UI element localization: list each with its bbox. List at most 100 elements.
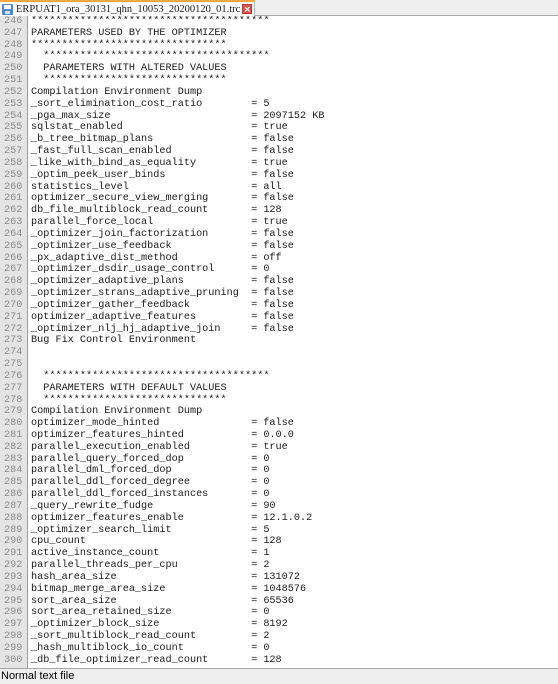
file-tab[interactable]: ERPUAT1_ora_30131_qhn_10053_20200120_01.… <box>0 0 256 16</box>
editor-line[interactable]: 255 sqlstat_enabled = true <box>0 122 558 134</box>
editor-line[interactable]: 254 _pga_max_size = 2097152 KB <box>0 111 558 123</box>
editor-line[interactable]: 287 _query_rewrite_fudge = 90 <box>0 501 558 513</box>
line-number: 290 <box>4 536 23 548</box>
editor-line[interactable]: 261 optimizer_secure_view_merging = false <box>0 193 558 205</box>
line-text: parallel_execution_enabled = true <box>31 441 288 453</box>
line-number: 249 <box>4 51 23 63</box>
editor-lines: 246 *************************************… <box>0 16 558 667</box>
line-number: 267 <box>4 264 23 276</box>
line-text: parallel_dml_forced_dop = 0 <box>31 465 270 477</box>
editor-line[interactable]: 246 *************************************… <box>0 16 558 28</box>
editor-line[interactable]: 290 cpu_count = 128 <box>0 536 558 548</box>
editor-line[interactable]: 264 _optimizer_join_factorization = false <box>0 229 558 241</box>
line-number: 266 <box>4 252 23 264</box>
editor-line[interactable]: 289 _optimizer_search_limit = 5 <box>0 525 558 537</box>
tab-bar: ERPUAT1_ora_30131_qhn_10053_20200120_01.… <box>0 0 558 16</box>
line-number: 259 <box>4 169 23 181</box>
editor-line[interactable]: 251 ****************************** <box>0 75 558 87</box>
editor-line[interactable]: 298 _sort_multiblock_read_count = 2 <box>0 631 558 643</box>
editor-line[interactable]: 271 optimizer_adaptive_features = false <box>0 312 558 324</box>
editor-line[interactable]: 295 sort_area_size = 65536 <box>0 596 558 608</box>
editor-line[interactable]: 267 _optimizer_dsdir_usage_control = 0 <box>0 264 558 276</box>
editor-line[interactable]: 279 Compilation Environment Dump <box>0 406 558 418</box>
line-number: 269 <box>4 288 23 300</box>
editor-line[interactable]: 274 <box>0 347 558 359</box>
line-number: 252 <box>4 86 23 98</box>
line-text <box>28 347 31 359</box>
editor-line[interactable]: 272 _optimizer_nlj_hj_adaptive_join = fal… <box>0 324 558 336</box>
line-number: 265 <box>4 240 23 252</box>
editor-line[interactable]: 288 optimizer_features_enable = 12.1.0.2 <box>0 513 558 525</box>
line-number: 288 <box>4 512 23 524</box>
editor-line[interactable]: 291 active_instance_count = 1 <box>0 548 558 560</box>
line-number: 291 <box>4 548 23 560</box>
editor-line[interactable]: 265 _optimizer_use_feedback = false <box>0 241 558 253</box>
editor-line[interactable]: 249 ************************************… <box>0 51 558 63</box>
editor-line[interactable]: 276 ************************************… <box>0 371 558 383</box>
text-editor[interactable]: 246 *************************************… <box>0 16 558 668</box>
line-number: 275 <box>4 359 23 371</box>
editor-line[interactable]: 275 <box>0 359 558 371</box>
editor-line[interactable]: 299 _hash_multiblock_io_count = 0 <box>0 643 558 655</box>
line-text: cpu_count = 128 <box>31 536 282 548</box>
editor-line[interactable]: 253 _sort_elimination_cost_ratio = 5 <box>0 99 558 111</box>
editor-line[interactable]: 247 PARAMETERS USED BY THE OPTIMIZER <box>0 28 558 40</box>
editor-line[interactable]: 259 _optim_peek_user_binds = false <box>0 170 558 182</box>
editor-line[interactable]: 300 _db_file_optimizer_read_count = 128 <box>0 655 558 667</box>
editor-line[interactable]: 269 _optimizer_strans_adaptive_pruning = … <box>0 288 558 300</box>
line-number: 300 <box>4 654 23 666</box>
line-text: bitmap_merge_area_size = 1048576 <box>31 583 307 595</box>
editor-line[interactable]: 252 Compilation Environment Dump <box>0 87 558 99</box>
editor-line[interactable]: 278 ****************************** <box>0 395 558 407</box>
line-text: optimizer_adaptive_features = false <box>31 311 294 323</box>
line-text: ****************************** <box>31 394 227 406</box>
line-number: 283 <box>4 453 23 465</box>
editor-line[interactable]: 286 parallel_ddl_forced_instances = 0 <box>0 489 558 501</box>
line-text: _optimizer_block_size = 8192 <box>31 619 288 631</box>
editor-line[interactable]: 296 sort_area_retained_size = 0 <box>0 607 558 619</box>
editor-line[interactable]: 260 statistics_level = all <box>0 182 558 194</box>
line-number: 257 <box>4 146 23 158</box>
editor-line[interactable]: 262 db_file_multiblock_read_count = 128 <box>0 205 558 217</box>
line-number: 284 <box>4 465 23 477</box>
line-number: 282 <box>4 441 23 453</box>
editor-line[interactable]: 263 parallel_force_local = true <box>0 217 558 229</box>
editor-line[interactable]: 273 Bug Fix Control Environment <box>0 335 558 347</box>
editor-line[interactable]: 284 parallel_dml_forced_dop = 0 <box>0 465 558 477</box>
line-text: _fast_full_scan_enabled = false <box>31 146 294 158</box>
editor-line[interactable]: 256 _b_tree_bitmap_plans = false <box>0 134 558 146</box>
editor-line[interactable]: 294 bitmap_merge_area_size = 1048576 <box>0 584 558 596</box>
editor-line[interactable]: 248 ******************************** <box>0 40 558 52</box>
line-number: 272 <box>4 323 23 335</box>
editor-line[interactable]: 283 parallel_query_forced_dop = 0 <box>0 454 558 466</box>
line-number: 297 <box>4 619 23 631</box>
line-text: _optimizer_adaptive_plans = false <box>31 276 294 288</box>
close-icon[interactable]: × <box>242 4 253 15</box>
editor-line[interactable]: 266 _px_adaptive_dist_method = off <box>0 253 558 265</box>
editor-line[interactable]: 293 hash_area_size = 131072 <box>0 572 558 584</box>
line-number: 247 <box>4 27 23 39</box>
line-number: 298 <box>4 631 23 643</box>
line-number: 261 <box>4 193 23 205</box>
line-text: PARAMETERS USED BY THE OPTIMIZER <box>31 27 227 39</box>
editor-line[interactable]: 282 parallel_execution_enabled = true <box>0 442 558 454</box>
line-text: _optimizer_dsdir_usage_control = 0 <box>31 264 270 276</box>
editor-line[interactable]: 297 _optimizer_block_size = 8192 <box>0 619 558 631</box>
editor-line[interactable]: 280 optimizer_mode_hinted = false <box>0 418 558 430</box>
editor-line[interactable]: 258 _like_with_bind_as_equality = true <box>0 158 558 170</box>
editor-line[interactable]: 250 PARAMETERS WITH ALTERED VALUES <box>0 63 558 75</box>
editor-line[interactable]: 268 _optimizer_adaptive_plans = false <box>0 276 558 288</box>
editor-line[interactable]: 285 parallel_ddl_forced_degree = 0 <box>0 477 558 489</box>
editor-line[interactable]: 270 _optimizer_gather_feedback = false <box>0 300 558 312</box>
line-text: sort_area_retained_size = 0 <box>31 607 270 619</box>
line-text: parallel_force_local = true <box>31 217 288 229</box>
editor-line[interactable]: 281 optimizer_features_hinted = 0.0.0 <box>0 430 558 442</box>
line-text: parallel_ddl_forced_degree = 0 <box>31 477 270 489</box>
line-number: 279 <box>4 406 23 418</box>
editor-line[interactable]: 257 _fast_full_scan_enabled = false <box>0 146 558 158</box>
editor-line[interactable]: 292 parallel_threads_per_cpu = 2 <box>0 560 558 572</box>
line-text: db_file_multiblock_read_count = 128 <box>31 205 282 217</box>
line-text: _optimizer_use_feedback = false <box>31 240 294 252</box>
status-bar: Normal text file <box>0 668 558 684</box>
editor-line[interactable]: 277 PARAMETERS WITH DEFAULT VALUES <box>0 383 558 395</box>
